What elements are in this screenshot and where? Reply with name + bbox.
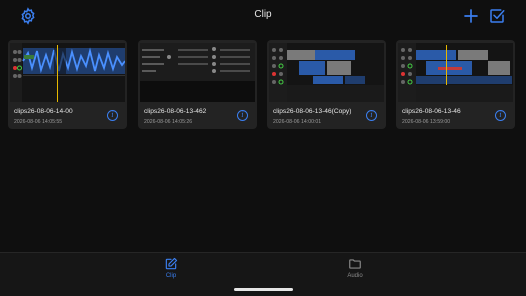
- page-title: Clip: [254, 9, 272, 20]
- clip-date: 2026-08-06 13:59:00: [402, 119, 451, 125]
- clip-thumbnail: [398, 43, 513, 102]
- clip-thumbnail: [10, 43, 125, 102]
- clip-card[interactable]: clips26-08-06-14-00 2026-08-06 14:05:55 …: [8, 40, 127, 129]
- clip-date: 2026-08-06 14:05:55: [14, 119, 63, 125]
- info-icon[interactable]: i: [107, 110, 118, 121]
- info-icon[interactable]: i: [495, 110, 506, 121]
- tab-clip-label: Clip: [165, 273, 177, 279]
- clip-date: 2026-08-06 14:05:26: [144, 119, 193, 125]
- clip-card[interactable]: clips26-08-06-13-46(Copy) 2026-08-06 14:…: [267, 40, 386, 129]
- clip-name: clips26-08-06-13-462: [144, 108, 207, 115]
- add-clip-button[interactable]: [462, 7, 480, 25]
- clip-name: clips26-08-06-14-00: [14, 108, 73, 115]
- tab-audio-label: Audio: [347, 273, 363, 279]
- clip-card[interactable]: clips26-08-06-13-46 2026-08-06 13:59:00 …: [396, 40, 515, 129]
- clip-grid: clips26-08-06-14-00 2026-08-06 14:05:55 …: [8, 40, 520, 130]
- checkbox-select-icon: [490, 9, 505, 23]
- clip-name: clips26-08-06-13-46: [402, 108, 461, 115]
- clip-card[interactable]: clips26-08-06-13-462 2026-08-06 14:05:26…: [138, 40, 257, 129]
- navigation-bar: Clip: [0, 0, 526, 32]
- clip-date: 2026-08-06 14:00:01: [273, 119, 322, 125]
- edit-icon: [165, 257, 178, 270]
- clip-name: clips26-08-06-13-46(Copy): [273, 108, 352, 115]
- home-indicator[interactable]: [234, 288, 293, 291]
- tab-audio[interactable]: Audio: [335, 257, 375, 283]
- clip-thumbnail: [140, 43, 255, 102]
- info-icon[interactable]: i: [237, 110, 248, 121]
- select-clips-button[interactable]: [488, 7, 506, 25]
- plus-icon: [464, 9, 478, 23]
- folder-icon: [349, 259, 361, 269]
- tab-clip[interactable]: Clip: [151, 257, 191, 283]
- clip-thumbnail: [269, 43, 384, 102]
- info-icon[interactable]: i: [366, 110, 377, 121]
